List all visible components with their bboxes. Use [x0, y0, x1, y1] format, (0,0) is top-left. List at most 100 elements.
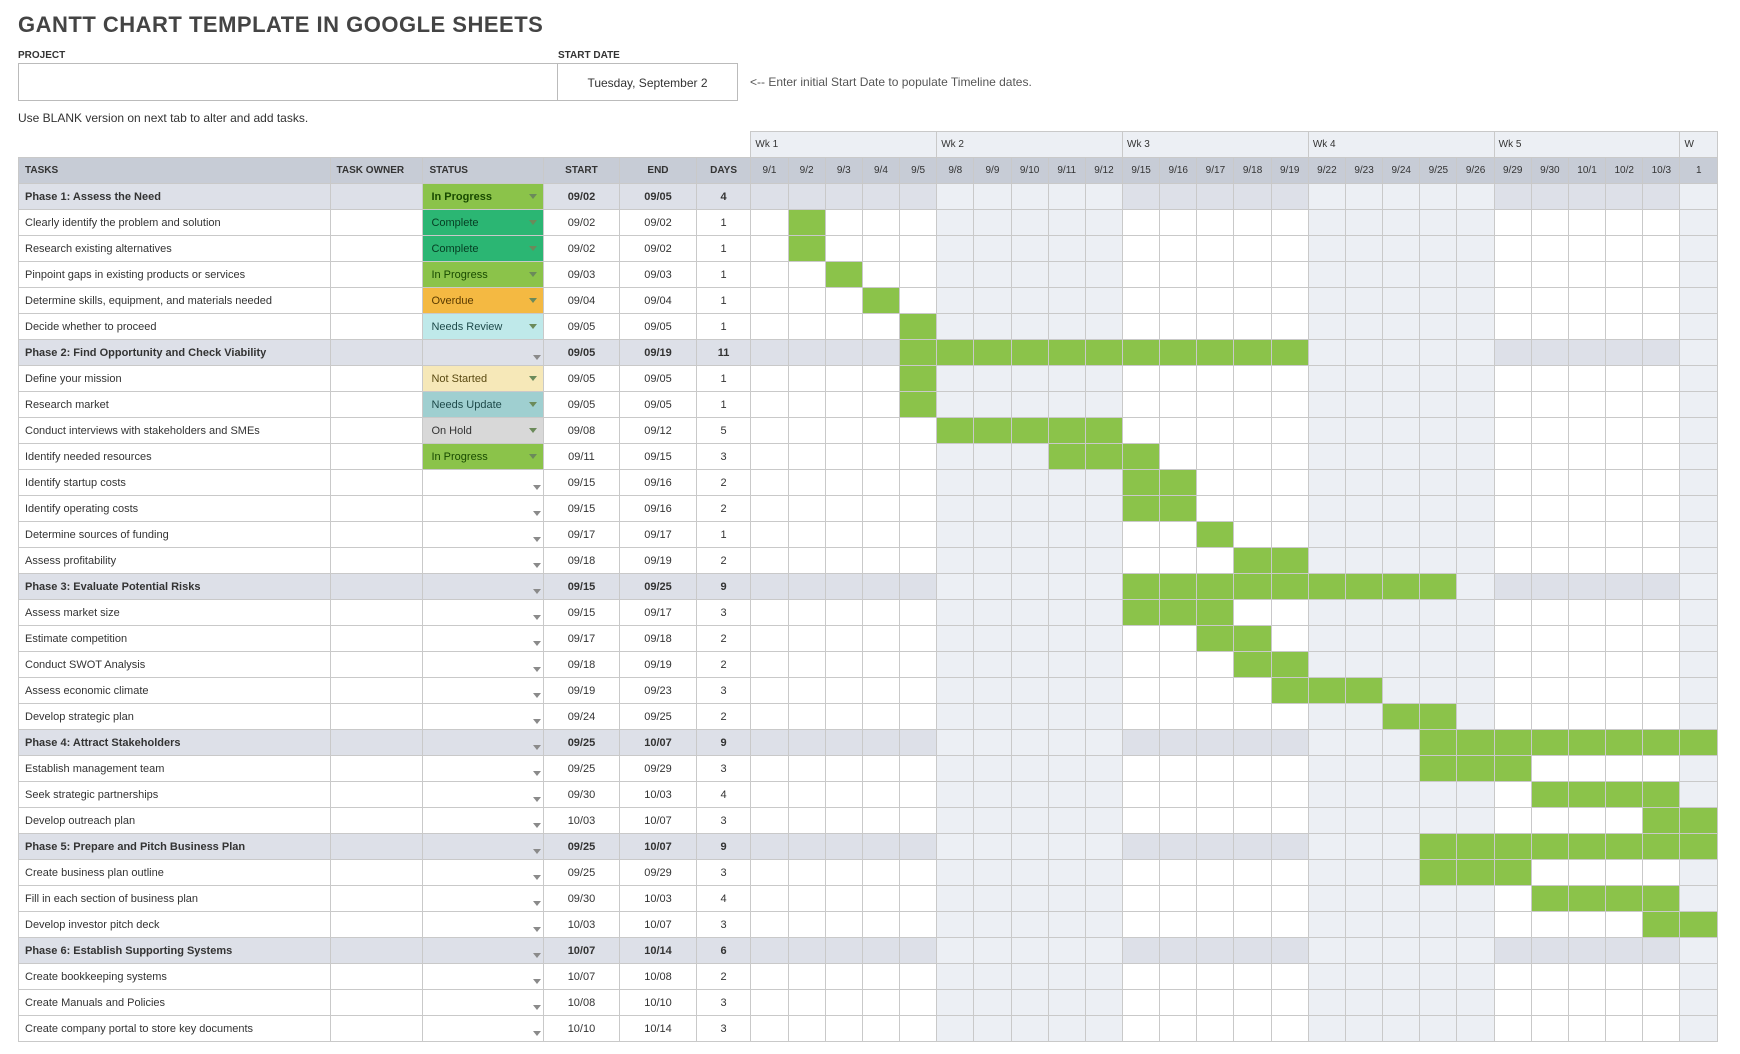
- task-owner[interactable]: [330, 236, 423, 262]
- timeline-cell[interactable]: [1048, 756, 1085, 782]
- timeline-cell[interactable]: [1643, 626, 1680, 652]
- timeline-cell[interactable]: [1420, 470, 1457, 496]
- timeline-cell[interactable]: [1531, 990, 1568, 1016]
- timeline-cell[interactable]: [1085, 678, 1122, 704]
- timeline-cell[interactable]: [1234, 418, 1271, 444]
- timeline-cell[interactable]: [1494, 262, 1531, 288]
- timeline-cell[interactable]: [862, 808, 899, 834]
- timeline-cell[interactable]: [1048, 314, 1085, 340]
- status-dropdown[interactable]: [423, 704, 543, 730]
- timeline-cell[interactable]: [1234, 782, 1271, 808]
- task-owner[interactable]: [330, 600, 423, 626]
- cell-end[interactable]: 09/29: [620, 860, 697, 886]
- timeline-cell[interactable]: [788, 912, 825, 938]
- timeline-cell[interactable]: [937, 236, 974, 262]
- timeline-cell[interactable]: [1308, 808, 1345, 834]
- timeline-cell[interactable]: [1420, 548, 1457, 574]
- timeline-cell[interactable]: [1085, 184, 1122, 210]
- timeline-cell[interactable]: [1160, 392, 1197, 418]
- timeline-cell[interactable]: [1345, 600, 1382, 626]
- task-name[interactable]: Create bookkeeping systems: [19, 964, 331, 990]
- timeline-cell[interactable]: [1606, 886, 1643, 912]
- timeline-cell[interactable]: [1680, 236, 1718, 262]
- timeline-cell[interactable]: [1568, 704, 1605, 730]
- timeline-cell[interactable]: [1123, 1016, 1160, 1042]
- timeline-cell[interactable]: [1011, 418, 1048, 444]
- timeline-cell[interactable]: [862, 990, 899, 1016]
- timeline-cell[interactable]: [1643, 392, 1680, 418]
- task-owner[interactable]: [330, 964, 423, 990]
- timeline-cell[interactable]: [974, 366, 1011, 392]
- timeline-cell[interactable]: [751, 730, 788, 756]
- timeline-cell[interactable]: [1011, 340, 1048, 366]
- timeline-cell[interactable]: [1308, 964, 1345, 990]
- timeline-cell[interactable]: [1345, 496, 1382, 522]
- timeline-cell[interactable]: [862, 262, 899, 288]
- timeline-cell[interactable]: [1011, 392, 1048, 418]
- status-dropdown[interactable]: [423, 808, 543, 834]
- timeline-cell[interactable]: [1420, 912, 1457, 938]
- timeline-cell[interactable]: [1345, 1016, 1382, 1042]
- timeline-cell[interactable]: [1234, 522, 1271, 548]
- timeline-cell[interactable]: [1011, 782, 1048, 808]
- timeline-cell[interactable]: [1680, 730, 1718, 756]
- cell-start[interactable]: 10/10: [543, 1016, 620, 1042]
- timeline-cell[interactable]: [1383, 470, 1420, 496]
- task-name[interactable]: Identify startup costs: [19, 470, 331, 496]
- timeline-cell[interactable]: [937, 470, 974, 496]
- cell-days[interactable]: 3: [696, 860, 751, 886]
- timeline-cell[interactable]: [1011, 210, 1048, 236]
- timeline-cell[interactable]: [751, 548, 788, 574]
- timeline-cell[interactable]: [1234, 392, 1271, 418]
- cell-days[interactable]: 4: [696, 886, 751, 912]
- timeline-cell[interactable]: [1234, 626, 1271, 652]
- timeline-cell[interactable]: [862, 938, 899, 964]
- timeline-cell[interactable]: [1494, 340, 1531, 366]
- timeline-cell[interactable]: [1606, 600, 1643, 626]
- timeline-cell[interactable]: [937, 1016, 974, 1042]
- cell-end[interactable]: 09/02: [620, 210, 697, 236]
- task-owner[interactable]: [330, 860, 423, 886]
- task-owner[interactable]: [330, 626, 423, 652]
- timeline-cell[interactable]: [862, 834, 899, 860]
- timeline-cell[interactable]: [1457, 340, 1494, 366]
- status-dropdown[interactable]: [423, 522, 543, 548]
- cell-start[interactable]: 09/25: [543, 860, 620, 886]
- timeline-cell[interactable]: [937, 990, 974, 1016]
- timeline-cell[interactable]: [1345, 522, 1382, 548]
- timeline-cell[interactable]: [1568, 444, 1605, 470]
- timeline-cell[interactable]: [1345, 574, 1382, 600]
- timeline-cell[interactable]: [1271, 470, 1308, 496]
- timeline-cell[interactable]: [1123, 678, 1160, 704]
- timeline-cell[interactable]: [1271, 548, 1308, 574]
- timeline-cell[interactable]: [788, 678, 825, 704]
- cell-days[interactable]: 2: [696, 496, 751, 522]
- cell-end[interactable]: 09/17: [620, 600, 697, 626]
- task-name[interactable]: Pinpoint gaps in existing products or se…: [19, 262, 331, 288]
- timeline-cell[interactable]: [1383, 288, 1420, 314]
- timeline-cell[interactable]: [788, 444, 825, 470]
- timeline-cell[interactable]: [1457, 496, 1494, 522]
- timeline-cell[interactable]: [1457, 600, 1494, 626]
- cell-start[interactable]: 09/17: [543, 626, 620, 652]
- timeline-cell[interactable]: [1345, 262, 1382, 288]
- timeline-cell[interactable]: [1568, 236, 1605, 262]
- timeline-cell[interactable]: [1457, 704, 1494, 730]
- timeline-cell[interactable]: [1011, 652, 1048, 678]
- timeline-cell[interactable]: [1048, 470, 1085, 496]
- timeline-cell[interactable]: [1345, 210, 1382, 236]
- timeline-cell[interactable]: [1011, 860, 1048, 886]
- status-dropdown[interactable]: Needs Update: [423, 392, 543, 418]
- timeline-cell[interactable]: [825, 938, 862, 964]
- timeline-cell[interactable]: [1085, 808, 1122, 834]
- timeline-cell[interactable]: [788, 184, 825, 210]
- cell-days[interactable]: 3: [696, 756, 751, 782]
- timeline-cell[interactable]: [1531, 470, 1568, 496]
- timeline-cell[interactable]: [1531, 288, 1568, 314]
- timeline-cell[interactable]: [1197, 548, 1234, 574]
- timeline-cell[interactable]: [1383, 314, 1420, 340]
- cell-days[interactable]: 1: [696, 522, 751, 548]
- timeline-cell[interactable]: [1160, 548, 1197, 574]
- timeline-cell[interactable]: [1680, 444, 1718, 470]
- timeline-cell[interactable]: [1680, 678, 1718, 704]
